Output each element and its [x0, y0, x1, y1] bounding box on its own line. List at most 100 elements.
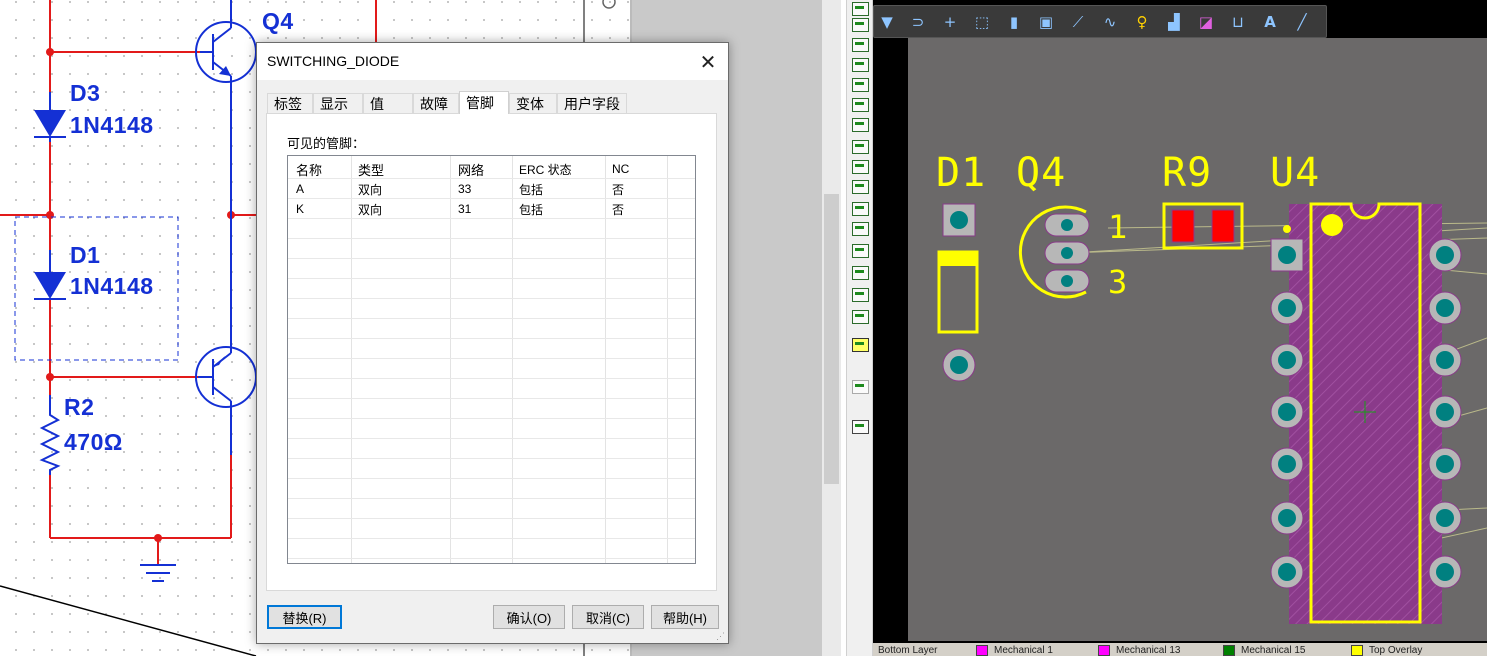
layer-tab[interactable]: Mechanical 1 [976, 644, 1053, 656]
toolbar-component-icon[interactable] [852, 18, 869, 32]
select-rect-icon[interactable]: ⬚ [972, 12, 992, 32]
tab-user-fields[interactable]: 用户字段 [557, 93, 627, 113]
toolbar-component-icon[interactable] [852, 140, 869, 154]
cancel-button[interactable]: 取消(C) [572, 605, 644, 629]
dimension-icon[interactable]: ⊔ [1228, 12, 1248, 32]
toolbar-probe-icon[interactable] [852, 420, 869, 434]
layer-tab[interactable]: Top Overlay [1351, 644, 1422, 656]
pcb-designator-d1: D1 [936, 150, 987, 196]
q4-pin-label-1: 1 [1108, 208, 1129, 246]
d3-label: D3 [70, 80, 101, 106]
toolbar-instrument-icon[interactable] [852, 338, 869, 352]
grid-line [288, 558, 695, 559]
toolbar-component-icon[interactable] [852, 310, 869, 324]
interactive-route-icon[interactable]: ⟋ [1068, 12, 1088, 32]
grid-line [288, 438, 695, 439]
pcb-graphics [937, 202, 1487, 624]
toolbar-component-icon[interactable] [852, 266, 869, 280]
grid-line [288, 318, 695, 319]
pin-name-cell[interactable]: K [296, 202, 304, 216]
layer-tab[interactable]: Mechanical 13 [1098, 644, 1180, 656]
component-properties-dialog: SWITCHING_DIODE ✕ 标签 显示 值 故障 管脚 变体 用户字段 … [256, 42, 729, 644]
resize-grip-icon[interactable]: ⋰ [716, 631, 726, 641]
tab-value[interactable]: 值 [363, 93, 413, 113]
grid-line [288, 178, 695, 179]
text-icon[interactable]: A [1260, 12, 1280, 32]
polygon-icon[interactable]: ▟ [1164, 12, 1184, 32]
pcb-board-canvas[interactable]: D1 Q4 R9 U4 1 3 [908, 38, 1487, 641]
pin-nc-cell[interactable]: 否 [612, 181, 624, 198]
grid-line [288, 298, 695, 299]
close-icon[interactable]: ✕ [688, 43, 728, 80]
arc-icon[interactable]: ∿ [1100, 12, 1120, 32]
grid-line [288, 258, 695, 259]
grid-line [288, 498, 695, 499]
pin-erc-cell[interactable]: 包括 [519, 201, 543, 218]
grid-line [288, 418, 695, 419]
help-button[interactable]: 帮助(H) [651, 605, 719, 629]
q4-label: Q4 [262, 8, 294, 34]
pin-erc-cell[interactable]: 包括 [519, 181, 543, 198]
pcb-designator-u4: U4 [1270, 150, 1321, 196]
toolbar-component-icon[interactable] [852, 38, 869, 52]
pin-net-cell[interactable]: 33 [458, 182, 471, 196]
toolbar-component-icon[interactable] [852, 180, 869, 194]
grid-line [288, 338, 695, 339]
visible-pins-label: 可见的管脚： [287, 136, 366, 151]
column-header-type[interactable]: 类型 [358, 160, 384, 179]
grid-line [288, 198, 695, 199]
toolbar-disabled-icon [852, 380, 869, 394]
d3-value: 1N4148 [70, 112, 154, 138]
toolbar-component-icon[interactable] [852, 58, 869, 72]
pins-grid[interactable]: 名称 类型 网络 ERC 状态 NC A 双向 33 包括 否 K 双向 31 … [287, 155, 696, 564]
add-icon[interactable]: + [940, 12, 960, 32]
keepout-icon[interactable]: ◪ [1196, 12, 1216, 32]
column-header-name[interactable]: 名称 [296, 160, 322, 179]
grid-line [288, 278, 695, 279]
layer-tab[interactable]: Bottom Layer [878, 644, 937, 656]
tab-pins[interactable]: 管脚 [459, 91, 509, 114]
vertical-scrollbar[interactable] [822, 0, 841, 656]
pin-type-cell[interactable]: 双向 [358, 181, 382, 198]
component-icon[interactable]: ▣ [1036, 12, 1056, 32]
grid-line [288, 518, 695, 519]
column-header-net[interactable]: 网络 [458, 160, 484, 179]
pcb-active-bar: ▼ ⊃ + ⬚ ▮ ▣ ⟋ ∿ ♀ ▟ ◪ ⊔ A ╱ [873, 5, 1327, 38]
tab-fault[interactable]: 故障 [413, 93, 459, 113]
pin-net-cell[interactable]: 31 [458, 202, 471, 216]
replace-button[interactable]: 替换(R) [267, 605, 342, 629]
toolbar-component-icon[interactable] [852, 2, 869, 16]
toolbar-component-icon[interactable] [852, 98, 869, 112]
line-icon[interactable]: ╱ [1292, 12, 1312, 32]
tab-variant[interactable]: 变体 [509, 93, 557, 113]
dialog-titlebar[interactable]: SWITCHING_DIODE ✕ [257, 43, 728, 80]
pcb-designator-r9: R9 [1162, 150, 1213, 196]
tab-label[interactable]: 标签 [267, 93, 313, 113]
toolbar-component-icon[interactable] [852, 160, 869, 174]
pin-type-cell[interactable]: 双向 [358, 201, 382, 218]
filter-icon[interactable]: ▼ [877, 12, 897, 32]
ok-button[interactable]: 确认(O) [493, 605, 565, 629]
toolbar-component-icon[interactable] [852, 78, 869, 92]
toolbar-component-icon[interactable] [852, 118, 869, 132]
layer-tab[interactable]: Mechanical 15 [1223, 644, 1305, 656]
pcb-view[interactable]: D1 Q4 R9 U4 1 3 [873, 0, 1487, 656]
component-toolbar [846, 0, 873, 656]
toolbar-component-icon[interactable] [852, 202, 869, 216]
dialog-title: SWITCHING_DIODE [267, 53, 400, 69]
toolbar-component-icon[interactable] [852, 222, 869, 236]
d1-label: D1 [70, 242, 101, 268]
pin-name-cell[interactable]: A [296, 182, 304, 196]
toolbar-component-icon[interactable] [852, 288, 869, 302]
toolbar-component-icon[interactable] [852, 244, 869, 258]
column-header-nc[interactable]: NC [612, 162, 629, 176]
scrollbar-thumb[interactable] [824, 194, 839, 484]
pin-nc-cell[interactable]: 否 [612, 201, 624, 218]
pin-icon[interactable]: ♀ [1132, 12, 1152, 32]
chart-icon[interactable]: ▮ [1004, 12, 1024, 32]
column-header-erc[interactable]: ERC 状态 [519, 161, 572, 178]
route-icon[interactable]: ⊃ [908, 12, 928, 32]
grid-line [288, 238, 695, 239]
layer-color-swatch [1351, 644, 1363, 656]
tab-display[interactable]: 显示 [313, 93, 363, 113]
